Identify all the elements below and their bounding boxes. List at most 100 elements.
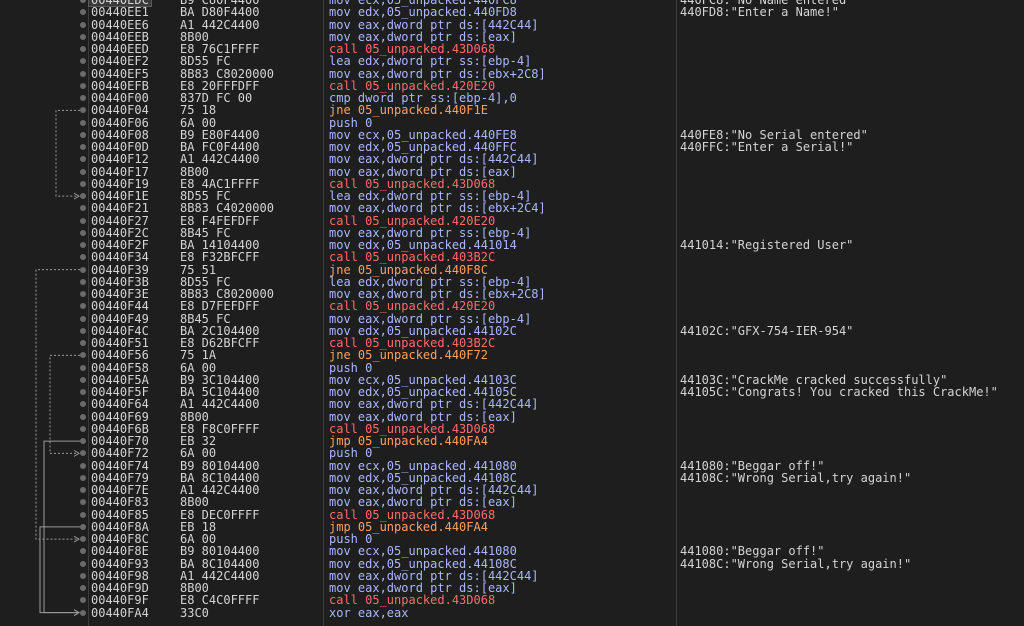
instruction-cell: push 0	[329, 446, 373, 461]
disassembly-row[interactable]: 00440F69 8B00 mov eax,dword ptr ds:[eax]	[0, 410, 1024, 423]
breakpoint-dot-icon[interactable]	[80, 46, 86, 52]
breakpoint-dot-icon[interactable]	[80, 193, 86, 199]
address-cell: 00440F83	[91, 495, 149, 510]
breakpoint-dot-icon[interactable]	[80, 9, 86, 16]
breakpoint-dot-icon[interactable]	[80, 462, 86, 469]
breakpoint-dot-icon[interactable]	[80, 560, 86, 567]
breakpoint-dot-icon[interactable]	[80, 107, 86, 114]
disassembly-row[interactable]: 00440EEB 8B00 mov eax,dword ptr ds:[eax]	[0, 30, 1024, 43]
breakpoint-dot-icon[interactable]	[80, 511, 86, 518]
breakpoint-dot-icon[interactable]	[80, 536, 86, 542]
breakpoint-dot-icon[interactable]	[80, 33, 86, 40]
breakpoint-dot-icon[interactable]	[80, 364, 86, 371]
breakpoint-dot-icon[interactable]	[80, 131, 86, 138]
disassembly-row[interactable]: 00440F64 A1 442C4400 mov eax,dword ptr ds:…	[0, 397, 1024, 412]
disassembly-row[interactable]: 00440F04 75 18 jne 05_unpacked.440F1E	[0, 103, 1024, 118]
instruction-cell: call 05_unpacked.420E20	[329, 299, 496, 314]
breakpoint-dot-icon[interactable]	[80, 352, 86, 359]
breakpoint-dot-icon[interactable]	[80, 303, 86, 310]
breakpoint-dot-icon[interactable]	[80, 438, 86, 444]
breakpoint-dot-icon[interactable]	[80, 70, 86, 77]
breakpoint-dot-icon[interactable]	[80, 119, 86, 126]
breakpoint-dot-icon[interactable]	[80, 21, 86, 28]
breakpoint-dot-icon[interactable]	[80, 266, 86, 273]
breakpoint-dot-icon[interactable]	[80, 95, 86, 101]
instruction-cell: mov eax,dword ptr ds:[eax]	[329, 164, 517, 179]
disassembly-row[interactable]: 00440F70 EB 32 jmp 05_unpacked.440FA4	[0, 435, 1024, 447]
address-cell: 00440F34	[91, 250, 149, 265]
disassembly-row[interactable]: 00440F2F BA 14104400 mov edx,05_unpacked.4…	[0, 239, 1024, 251]
breakpoint-dot-icon[interactable]	[80, 168, 86, 175]
breakpoint-dot-icon[interactable]	[80, 474, 86, 481]
breakpoint-dot-icon[interactable]	[80, 548, 86, 555]
breakpoint-dot-icon[interactable]	[80, 340, 86, 346]
disassembly-row[interactable]: 00440F39 75 51 jne 05_unpacked.440F8C	[0, 263, 1024, 276]
breakpoint-dot-icon[interactable]	[80, 327, 86, 334]
breakpoint-dot-icon[interactable]	[80, 499, 86, 506]
disassembly-row[interactable]: 00440F21 8B83 C4020000 mov eax,dword ptr d…	[0, 201, 1024, 216]
disassembly-row[interactable]: 00440F00 837D FC 00 cmp dword ptr ss:[ebp-…	[0, 92, 1024, 104]
disassembly-row[interactable]: 00440F44 E8 D7FEFDFF call 05_unpacked.420E…	[0, 299, 1024, 314]
breakpoint-dot-icon[interactable]	[80, 254, 86, 261]
bytes-cell: 8B83 C4020000	[180, 201, 274, 216]
breakpoint-dot-icon[interactable]	[80, 597, 86, 604]
breakpoint-dot-icon[interactable]	[80, 0, 86, 3]
disassembly-row[interactable]: 00440F93 BA 8C104400 mov edx,05_unpacked.4…	[0, 557, 1024, 570]
instruction-cell: mov eax,dword ptr ds:[442C44]	[329, 17, 539, 32]
instruction-cell: jne 05_unpacked.440F1E	[329, 103, 488, 118]
disassembly-row[interactable]: 00440F8A EB 18 jmp 05_unpacked.440FA4	[0, 520, 1024, 533]
breakpoint-dot-icon[interactable]	[80, 205, 86, 212]
disassembly-row[interactable]: 00440F9F E8 C4C0FFFF call 05_unpacked.43D0…	[0, 594, 1024, 607]
disassembly-row[interactable]: 00440F8E B9 80104400 mov ecx,05_unpacked.4…	[0, 545, 1024, 558]
breakpoint-dot-icon[interactable]	[80, 523, 86, 530]
disassembly-row[interactable]: 00440F3E 8B83 C8020000 mov eax,dword ptr d…	[0, 288, 1024, 300]
disassembly-row[interactable]: 00440F72 6A 00 push 0	[0, 446, 1024, 461]
disassembly-row[interactable]: 00440F6B E8 F8C0FFFF call 05_unpacked.43D0…	[0, 422, 1024, 435]
breakpoint-dot-icon[interactable]	[80, 413, 86, 420]
address-cell: 00440F44	[91, 299, 149, 314]
breakpoint-dot-icon[interactable]	[80, 229, 86, 236]
disassembly-row[interactable]: 00440F51 E8 D62BFCFF call 05_unpacked.403B…	[0, 337, 1024, 349]
disassembly-row[interactable]: 00440F85 E8 DEC0FFFF call 05_unpacked.43D0…	[0, 507, 1024, 522]
disassembly-row[interactable]: 00440FA4 33C0 xor eax,eax	[0, 606, 1024, 619]
disassembly-row[interactable]: 00440F4C BA 2C104400 mov edx,05_unpacked.4…	[0, 324, 1024, 337]
disassembly-row[interactable]: 00440F83 8B00 mov eax,dword ptr ds:[eax]	[0, 495, 1024, 510]
breakpoint-dot-icon[interactable]	[80, 425, 86, 432]
breakpoint-dot-icon[interactable]	[80, 315, 86, 322]
address-cell: 00440F64	[91, 397, 149, 412]
breakpoint-dot-icon[interactable]	[80, 376, 86, 383]
disassembly-row[interactable]: 00440F27 E8 F4FEFDFF call 05_unpacked.420E…	[0, 214, 1024, 227]
disassembly-row[interactable]: 00440F74 B9 80104400 mov ecx,05_unpacked.4…	[0, 458, 1024, 473]
disassembly-row[interactable]: 00440EF2 8D55 FC lea edx,dword ptr ss:[ebp…	[0, 55, 1024, 68]
breakpoint-dot-icon[interactable]	[80, 401, 86, 408]
instruction-cell: mov ecx,05_unpacked.441080	[329, 458, 517, 473]
address-cell: 00440F85	[91, 507, 149, 522]
breakpoint-dot-icon[interactable]	[80, 609, 86, 616]
disassembly-row[interactable]: 00440EE6 A1 442C4400 mov eax,dword ptr ds:…	[0, 17, 1024, 32]
disassembly-row[interactable]: 00440EF5 8B83 C8020000 mov eax,dword ptr d…	[0, 67, 1024, 80]
bytes-cell: 75 18	[180, 103, 217, 118]
breakpoint-dot-icon[interactable]	[80, 585, 86, 591]
breakpoint-dot-icon[interactable]	[80, 389, 86, 395]
breakpoint-dot-icon[interactable]	[80, 156, 86, 163]
breakpoint-dot-icon[interactable]	[80, 217, 86, 224]
disassembly-row[interactable]: 00440F58 6A 00 push 0	[0, 361, 1024, 374]
disassembly-row[interactable]: 00440F56 75 1A jne 05_unpacked.440F72	[0, 349, 1024, 362]
breakpoint-dot-icon[interactable]	[80, 291, 86, 297]
breakpoint-dot-icon[interactable]	[80, 242, 86, 248]
disassembly-row[interactable]: 00440EE1 BA D80F4400 mov edx,05_unpacked.4…	[0, 6, 1024, 19]
disassembly-row[interactable]: 00440F17 8B00 mov eax,dword ptr ds:[eax]	[0, 164, 1024, 179]
breakpoint-dot-icon[interactable]	[80, 450, 86, 457]
disassembly-row[interactable]: 00440F34 E8 F32BFCFF call 05_unpacked.403B…	[0, 250, 1024, 265]
breakpoint-dot-icon[interactable]	[80, 278, 86, 285]
disassembly-row[interactable]: 00440F06 6A 00 push 0	[0, 116, 1024, 129]
breakpoint-dot-icon[interactable]	[80, 180, 86, 187]
breakpoint-dot-icon[interactable]	[80, 572, 86, 579]
breakpoint-dot-icon[interactable]	[80, 82, 86, 89]
breakpoint-dot-icon[interactable]	[80, 58, 86, 65]
breakpoint-dot-icon[interactable]	[80, 487, 86, 493]
disassembly-row[interactable]: 00440F12 A1 442C4400 mov eax,dword ptr ds:…	[0, 153, 1024, 166]
disassembly-row[interactable]: 00440F9D 8B00 mov eax,dword ptr ds:[eax]	[0, 582, 1024, 594]
breakpoint-dot-icon[interactable]	[80, 144, 86, 150]
disassembly-row[interactable]: 00440F49 8B45 FC mov eax,dword ptr ss:[ebp…	[0, 312, 1024, 325]
